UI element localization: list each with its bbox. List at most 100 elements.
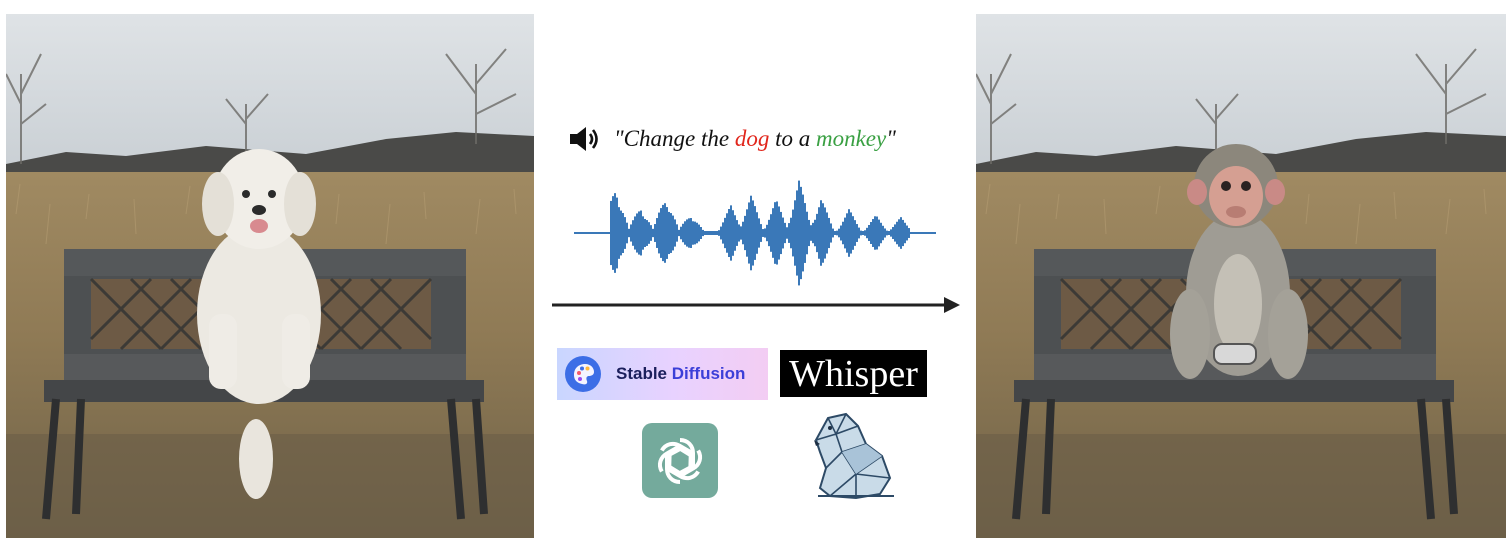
waveform-bar — [728, 209, 730, 257]
waveform-bar — [890, 229, 892, 237]
stable-diffusion-label: Stable Diffusion — [616, 364, 745, 384]
waveform-bar — [624, 217, 626, 249]
waveform-bar — [902, 219, 904, 247]
waveform-bar — [658, 212, 660, 254]
waveform-bar — [644, 218, 646, 248]
waveform-bar — [694, 221, 696, 245]
waveform-bar — [630, 224, 632, 242]
waveform-bar — [708, 231, 710, 235]
waveform-bar — [634, 216, 636, 250]
waveform-bar — [640, 210, 642, 256]
waveform-bar — [848, 209, 850, 257]
waveform-bar — [716, 231, 718, 235]
waveform-bar — [856, 224, 858, 242]
waveform-bar — [730, 205, 732, 261]
waveform-bar — [812, 222, 814, 244]
waveform-bar — [798, 180, 800, 286]
waveform-bar — [900, 217, 902, 249]
waveform-bar — [638, 211, 640, 255]
waveform-bar — [784, 222, 786, 244]
waveform-bar — [680, 226, 682, 240]
waveform-bar — [756, 212, 758, 254]
waveform-bar — [686, 219, 688, 247]
waveform-bar — [796, 190, 798, 276]
waveform-bar — [740, 226, 742, 240]
waveform-bar — [894, 224, 896, 242]
waveform-bar — [826, 212, 828, 254]
waveform-bar — [736, 220, 738, 246]
waveform-bar — [870, 222, 872, 244]
waveform-bar — [770, 214, 772, 252]
waveform-bar — [654, 224, 656, 242]
waveform-bar — [880, 222, 882, 244]
speaker-icon — [570, 127, 598, 151]
stable-diffusion-logo: Stable Diffusion — [557, 348, 768, 400]
waveform-bar — [642, 216, 644, 250]
waveform-bar — [626, 222, 628, 244]
waveform-bar — [794, 200, 796, 266]
waveform-bar — [836, 230, 838, 236]
waveform-bar — [854, 220, 856, 246]
waveform-bar — [726, 213, 728, 253]
waveform-bar — [852, 216, 854, 250]
waveform-bar — [652, 228, 654, 238]
prompt-dog-word: dog — [734, 126, 770, 151]
waveform-bar — [806, 211, 808, 255]
waveform-bar — [628, 228, 630, 238]
waveform-bar — [862, 231, 864, 235]
waveform-bar — [876, 216, 878, 250]
waveform-bar — [834, 231, 836, 235]
right-arrow-icon — [552, 297, 960, 313]
waveform-bar — [666, 207, 668, 259]
waveform-bar — [908, 228, 910, 238]
waveform-bar — [748, 202, 750, 264]
waveform-bar — [800, 186, 802, 280]
waveform-bar — [656, 218, 658, 248]
waveform-bar — [844, 217, 846, 249]
prompt-open: "Change the — [614, 126, 735, 151]
waveform-bar — [618, 207, 620, 259]
waveform-bar — [660, 208, 662, 258]
waveform-bar — [822, 203, 824, 263]
waveform-bar — [754, 206, 756, 260]
waveform-bar — [622, 213, 624, 253]
prompt-text: "Change the dog to a monkey" — [614, 126, 896, 152]
waveform-bar — [802, 194, 804, 272]
waveform-bar — [904, 222, 906, 244]
waveform-bar — [838, 228, 840, 238]
waveform-bar — [874, 216, 876, 250]
waveform-bar — [610, 200, 612, 266]
waveform-bar — [814, 219, 816, 247]
waveform-bar — [808, 219, 810, 247]
waveform-bar — [702, 229, 704, 237]
waveform-bar — [648, 222, 650, 244]
waveform-bar — [678, 229, 680, 237]
waveform-bar — [750, 195, 752, 271]
palette-icon — [565, 356, 601, 392]
waveform-bar — [662, 204, 664, 262]
waveform-bar — [824, 207, 826, 259]
waveform-bar — [786, 227, 788, 239]
waveform-bar — [710, 231, 712, 235]
waveform-bar — [886, 230, 888, 236]
waveform-bar — [722, 222, 724, 244]
waveform-bar — [846, 213, 848, 253]
waveform-bar — [858, 227, 860, 239]
waveform-bar — [636, 213, 638, 253]
waveform-bar — [816, 213, 818, 253]
waveform-bar — [720, 226, 722, 240]
waveform-bar — [696, 222, 698, 244]
waveform-bar — [682, 223, 684, 243]
waveform-bar — [860, 230, 862, 236]
waveform-bar — [700, 227, 702, 239]
waveform-bar — [760, 224, 762, 242]
waveform-bar — [830, 223, 832, 243]
waveform-bar — [620, 210, 622, 256]
waveform-bar — [742, 221, 744, 245]
waveform-bar — [732, 210, 734, 256]
waveform-bar — [616, 197, 618, 269]
waveform-bar — [676, 224, 678, 242]
waveform-bar — [698, 224, 700, 242]
sd-word-stable: Stable — [616, 364, 668, 383]
waveform-bar — [684, 221, 686, 245]
